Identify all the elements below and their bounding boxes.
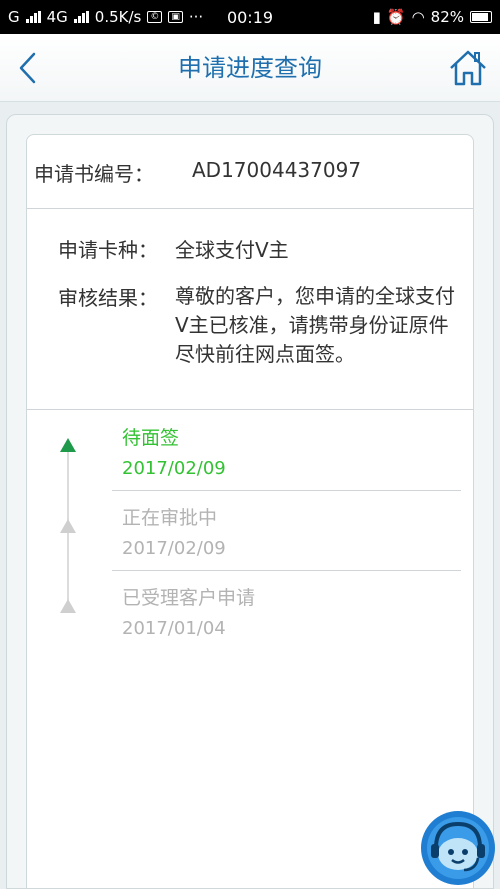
application-number-label: 申请书编号： [34, 162, 154, 186]
status-marker-icon [60, 519, 76, 533]
divider [112, 490, 461, 491]
signal-icon-2 [73, 11, 89, 23]
status-marker-icon [60, 599, 76, 613]
app-header: 申请进度查询 [0, 34, 500, 102]
timeline-step-title: 已受理客户申请 [122, 587, 256, 609]
wifi-icon: ◠ [411, 8, 425, 26]
divider [27, 409, 473, 410]
app-notification-icon: ▣ [168, 11, 183, 23]
application-number-value: AD17004437097 [192, 158, 362, 182]
notification-icon: © [147, 11, 163, 23]
home-icon [450, 50, 486, 86]
timeline-step-date: 2017/02/09 [122, 458, 226, 479]
card-type-row: 申请卡种： 全球支付V主 [58, 234, 289, 263]
status-marker-active-icon [60, 438, 76, 452]
status-right: ▮ ⏰ ◠ 82% [373, 8, 492, 26]
more-notifications: ··· [188, 8, 204, 26]
status-bar: G 4G 0.5K/s © ▣ ··· 00:19 ▮ ⏰ ◠ 82% [0, 0, 500, 34]
divider [112, 570, 461, 571]
clock: 00:19 [226, 7, 274, 27]
review-result-row: 审核结果： [58, 282, 175, 311]
battery-icon [470, 11, 492, 23]
battery-level: 82% [430, 8, 464, 26]
chevron-left-icon [19, 52, 36, 84]
customer-service-robot-icon [421, 811, 495, 885]
customer-service-button[interactable] [420, 810, 496, 886]
divider [27, 208, 473, 209]
application-number-row: 申请书编号： AD17004437097 [34, 158, 361, 187]
home-button[interactable] [448, 48, 488, 88]
timeline-step-date: 2017/01/04 [122, 618, 226, 639]
network-type: 4G [46, 8, 68, 26]
review-result-value: 尊敬的客户，您申请的全球支付V主已核准，请携带身份证原件尽快前往网点面签。 [175, 284, 455, 366]
timeline-step-title: 待面签 [122, 427, 180, 449]
back-button[interactable] [14, 50, 44, 86]
review-result-label: 审核结果： [58, 286, 158, 310]
card-type-label: 申请卡种： [58, 238, 158, 262]
carrier-label: G [8, 8, 20, 26]
timeline-step-date: 2017/02/09 [122, 538, 226, 559]
signal-icon [25, 11, 41, 23]
charging-icon: ▮ [372, 8, 381, 26]
network-speed: 0.5K/s [94, 8, 142, 26]
alarm-icon: ⏰ [386, 8, 406, 26]
page-title: 申请进度查询 [178, 54, 322, 82]
timeline-step-title: 正在审批中 [122, 507, 218, 529]
card-type-value: 全球支付V主 [175, 238, 289, 262]
status-left: G 4G 0.5K/s © ▣ ··· [8, 8, 203, 26]
